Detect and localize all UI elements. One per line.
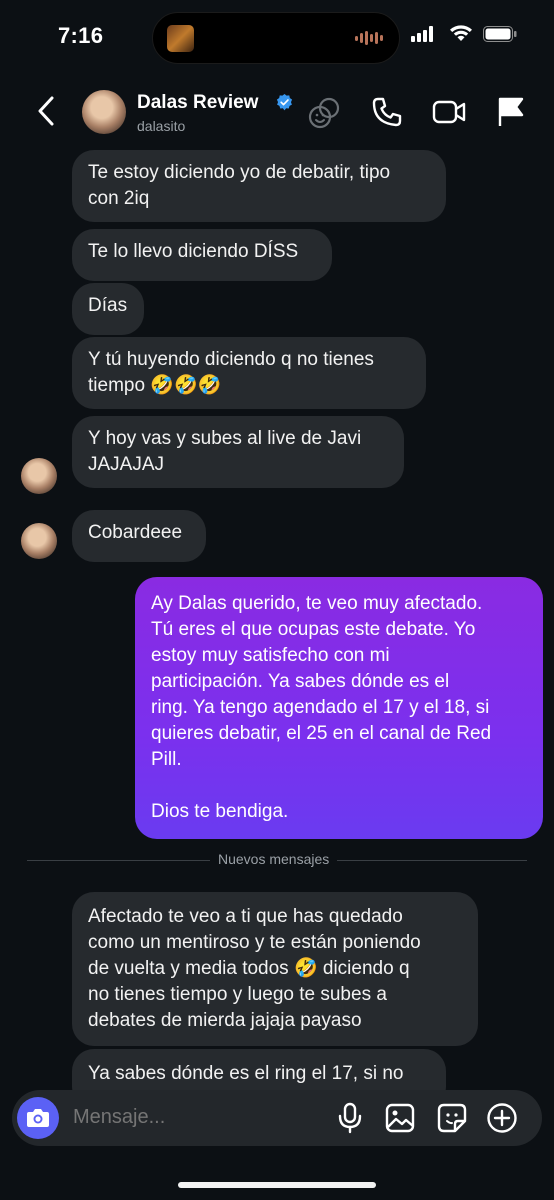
- message-bubble-incoming[interactable]: Te lo llevo diciendo DÍSS: [72, 229, 332, 281]
- now-playing-thumbnail: [167, 25, 194, 52]
- message-bubble-incoming[interactable]: Días: [72, 283, 144, 335]
- message-bubble-incoming[interactable]: Y tú huyendo diciendo q no tienes tiempo…: [72, 337, 426, 409]
- effects-icon[interactable]: [307, 96, 343, 130]
- phone-icon[interactable]: [371, 96, 403, 128]
- home-indicator[interactable]: [178, 1182, 376, 1188]
- audio-wave-icon: [355, 30, 383, 46]
- message-input[interactable]: [73, 1106, 323, 1129]
- flag-icon[interactable]: [496, 96, 526, 128]
- message-bubble-incoming[interactable]: Cobardeee: [72, 510, 206, 562]
- sticker-icon[interactable]: [436, 1102, 468, 1134]
- camera-icon: [27, 1109, 49, 1127]
- wifi-icon: [450, 25, 472, 41]
- message-bubble-incoming[interactable]: Y hoy vas y subes al live de Javi JAJAJA…: [72, 416, 404, 488]
- contact-name[interactable]: Dalas Review: [137, 92, 258, 114]
- message-bubble-outgoing[interactable]: Ay Dalas querido, te veo muy afectado. T…: [135, 577, 543, 839]
- dynamic-island: [152, 12, 400, 64]
- video-icon[interactable]: [432, 96, 466, 128]
- camera-button[interactable]: [17, 1097, 59, 1139]
- plus-icon[interactable]: [486, 1102, 518, 1134]
- microphone-icon[interactable]: [337, 1102, 363, 1134]
- message-bubble-incoming[interactable]: Afectado te veo a ti que has quedado com…: [72, 892, 478, 1046]
- contact-avatar[interactable]: [82, 90, 126, 134]
- back-button[interactable]: [35, 95, 57, 127]
- signal-icon: [411, 26, 433, 42]
- battery-icon: [483, 26, 517, 42]
- new-messages-label: Nuevos mensajes: [210, 851, 338, 867]
- verified-badge-icon: [276, 93, 293, 111]
- message-bubble-incoming[interactable]: Te estoy diciendo yo de debatir, tipo co…: [72, 150, 446, 222]
- sender-avatar[interactable]: [21, 458, 57, 494]
- contact-username[interactable]: dalasito: [137, 118, 185, 134]
- sender-avatar[interactable]: [21, 523, 57, 559]
- image-icon[interactable]: [384, 1102, 416, 1134]
- status-time: 7:16: [58, 23, 104, 48]
